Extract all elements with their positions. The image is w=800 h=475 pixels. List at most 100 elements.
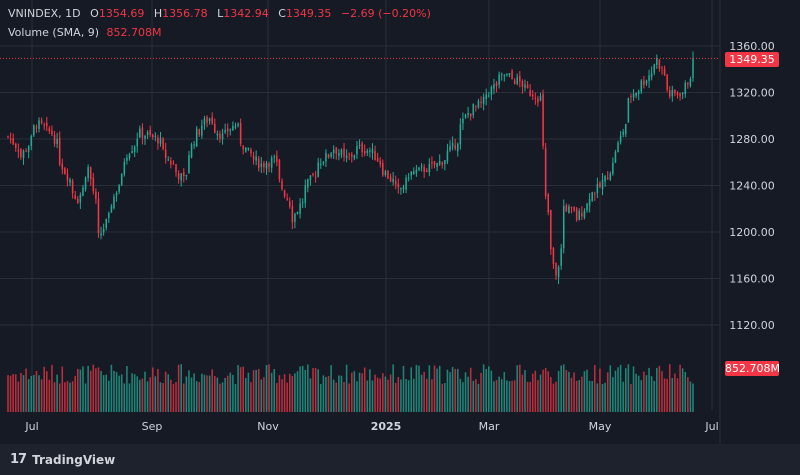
volume-bar [668,364,671,412]
candle-body [366,150,369,153]
volume-bar [208,375,211,412]
time-tick-label: Jul [704,420,718,433]
volume-bar [366,380,369,412]
candle-body [511,70,513,79]
candle-body [77,199,79,204]
candle-body [537,98,539,103]
candle-body [500,73,503,75]
volume-bar [488,366,490,412]
volume-bar [283,374,286,412]
volume-bar [428,365,431,412]
candle-body [625,123,627,135]
volume-bar [159,382,162,412]
volume-bar [542,369,544,412]
volume-bar [369,369,371,412]
volume-bar [307,364,309,412]
volume-bar [547,371,550,412]
candle-body [332,149,335,153]
volume-bar [591,381,593,412]
volume-bar [462,382,464,412]
volume-bar [296,371,299,412]
volume-bar [397,377,400,412]
volume-bar [431,379,433,412]
volume-bar [45,371,48,412]
volume-bar [568,371,570,412]
volume-bar [627,364,630,412]
volume-bar [242,366,245,412]
candle-body [591,192,593,201]
candle-body [462,118,464,124]
candle-body [206,116,208,123]
volume-bar [265,365,268,412]
candle-body [358,144,361,147]
candle-body [656,58,658,66]
candle-body [668,90,671,97]
volume-bar [555,381,557,412]
price-tick-label: 1320.00 [729,87,775,100]
volume-bar [363,367,366,412]
candle-body [516,77,519,84]
volume-bar [110,364,113,412]
candle-body [521,80,524,87]
volume-bar [374,374,376,412]
volume-bar [291,375,294,412]
candle-body [601,179,604,190]
volume-bar [30,375,33,412]
price-tick-label: 1280.00 [729,133,775,146]
volume-bar [418,365,420,412]
volume-bar [454,368,456,412]
volume-bar [61,366,64,412]
candle-body [586,203,588,211]
candle-body [575,208,578,220]
candle-body [531,94,534,97]
close-value: 1349.35 [285,7,332,20]
candle-body [56,139,58,145]
volume-bar [614,370,617,412]
time-tick-label: Jul [24,420,38,433]
candle-body [208,118,211,122]
candle-body [105,218,108,228]
volume-bar [343,382,345,412]
candle-body [216,133,219,136]
candle-body [397,183,400,188]
candle-body [27,145,30,152]
volume-bar [335,382,338,412]
volume-bar [441,383,444,412]
brand[interactable]: 17 TradingView [10,452,115,467]
candle-body [38,120,40,129]
candle-body [438,161,441,165]
symbol-label[interactable]: VNINDEX, 1D [8,7,81,20]
volume-bar [524,370,526,412]
candle-body [459,124,462,145]
volume-bar [239,367,242,412]
volume-bar [679,364,681,412]
candle-body [123,161,126,175]
chart-canvas[interactable]: 1120.00 1160.00 1200.00 1240.00 1280.00 1320.… [0,0,800,475]
volume-bar [640,380,643,412]
candle-body [570,206,573,208]
volume-bar [286,382,288,412]
candle-body [286,198,288,200]
volume-bar [469,367,472,412]
candle-body [195,128,198,147]
candle-body [653,64,656,73]
volume-bar [475,379,477,412]
volume-bar [503,372,506,412]
volume-bar [206,375,208,412]
volume-bar [263,377,265,412]
volume-indicator-label[interactable]: Volume (SMA, 9) [8,26,99,39]
volume-bar [221,382,224,412]
candle-body [555,262,557,276]
open-value: 1354.69 [98,7,145,20]
candle-body [674,89,676,94]
candle-body [637,91,640,94]
volume-bar [619,364,622,412]
volume-bar [516,365,519,412]
candle-body [627,98,630,123]
volume-bar [482,364,485,412]
volume-bar [14,374,17,412]
volume-bar [490,370,493,412]
candle-body [48,128,51,132]
volume-bar [288,373,291,412]
candle-body [431,162,433,164]
